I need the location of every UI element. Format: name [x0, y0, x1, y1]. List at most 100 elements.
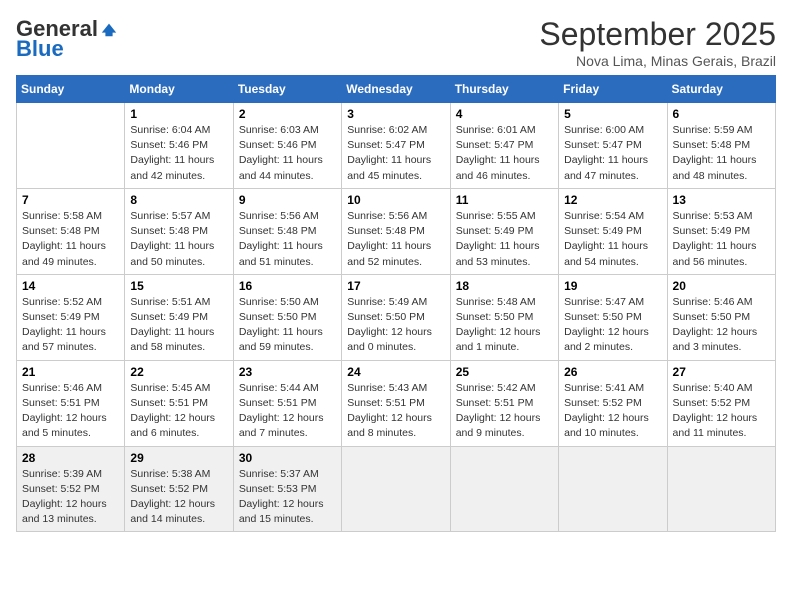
calendar-cell: 15 Sunrise: 5:51 AMSunset: 5:49 PMDayligh… — [125, 274, 233, 360]
calendar-cell: 29 Sunrise: 5:38 AMSunset: 5:52 PMDayligh… — [125, 446, 233, 532]
logo: General Blue — [16, 16, 118, 62]
calendar-cell — [559, 446, 667, 532]
calendar-cell: 13 Sunrise: 5:53 AMSunset: 5:49 PMDayligh… — [667, 188, 775, 274]
day-number: 27 — [673, 365, 770, 379]
day-info: Sunrise: 5:45 AMSunset: 5:51 PMDaylight:… — [130, 381, 227, 442]
day-info: Sunrise: 5:55 AMSunset: 5:49 PMDaylight:… — [456, 209, 553, 270]
calendar-cell: 23 Sunrise: 5:44 AMSunset: 5:51 PMDayligh… — [233, 360, 341, 446]
calendar-cell: 21Sunrise: 5:46 AMSunset: 5:51 PMDayligh… — [17, 360, 125, 446]
day-info: Sunrise: 5:53 AMSunset: 5:49 PMDaylight:… — [673, 209, 770, 270]
day-info: Sunrise: 5:44 AMSunset: 5:51 PMDaylight:… — [239, 381, 336, 442]
calendar-table: SundayMondayTuesdayWednesdayThursdayFrid… — [16, 75, 776, 532]
day-number: 11 — [456, 193, 553, 207]
day-number: 20 — [673, 279, 770, 293]
calendar-cell: 16 Sunrise: 5:50 AMSunset: 5:50 PMDayligh… — [233, 274, 341, 360]
calendar-week-1: 1 Sunrise: 6:04 AMSunset: 5:46 PMDaylight… — [17, 103, 776, 189]
calendar-week-2: 7 Sunrise: 5:58 AMSunset: 5:48 PMDaylight… — [17, 188, 776, 274]
calendar-week-5: 28 Sunrise: 5:39 AMSunset: 5:52 PMDayligh… — [17, 446, 776, 532]
day-number: 4 — [456, 107, 553, 121]
day-info: Sunrise: 6:02 AMSunset: 5:47 PMDaylight:… — [347, 123, 444, 184]
day-number: 25 — [456, 365, 553, 379]
day-info: Sunrise: 5:49 AMSunset: 5:50 PMDaylight:… — [347, 295, 444, 356]
calendar-cell: 7 Sunrise: 5:58 AMSunset: 5:48 PMDaylight… — [17, 188, 125, 274]
day-number: 3 — [347, 107, 444, 121]
day-number: 13 — [673, 193, 770, 207]
day-header-wednesday: Wednesday — [342, 76, 450, 103]
calendar-cell: 26 Sunrise: 5:41 AMSunset: 5:52 PMDayligh… — [559, 360, 667, 446]
day-number: 5 — [564, 107, 661, 121]
day-header-saturday: Saturday — [667, 76, 775, 103]
day-info: Sunrise: 5:37 AMSunset: 5:53 PMDaylight:… — [239, 467, 336, 528]
calendar-cell: 25 Sunrise: 5:42 AMSunset: 5:51 PMDayligh… — [450, 360, 558, 446]
day-header-friday: Friday — [559, 76, 667, 103]
day-info: Sunrise: 5:43 AMSunset: 5:51 PMDaylight:… — [347, 381, 444, 442]
day-info: Sunrise: 5:38 AMSunset: 5:52 PMDaylight:… — [130, 467, 227, 528]
day-number: 2 — [239, 107, 336, 121]
day-number: 10 — [347, 193, 444, 207]
location-subtitle: Nova Lima, Minas Gerais, Brazil — [539, 53, 776, 69]
day-number: 19 — [564, 279, 661, 293]
day-header-thursday: Thursday — [450, 76, 558, 103]
calendar-header-row: SundayMondayTuesdayWednesdayThursdayFrid… — [17, 76, 776, 103]
day-info: Sunrise: 6:04 AMSunset: 5:46 PMDaylight:… — [130, 123, 227, 184]
calendar-week-4: 21Sunrise: 5:46 AMSunset: 5:51 PMDayligh… — [17, 360, 776, 446]
calendar-cell: 14 Sunrise: 5:52 AMSunset: 5:49 PMDayligh… — [17, 274, 125, 360]
day-number: 7 — [22, 193, 119, 207]
day-number: 26 — [564, 365, 661, 379]
day-number: 22 — [130, 365, 227, 379]
day-info: Sunrise: 5:56 AMSunset: 5:48 PMDaylight:… — [239, 209, 336, 270]
day-info: Sunrise: 5:41 AMSunset: 5:52 PMDaylight:… — [564, 381, 661, 442]
calendar-cell: 9Sunrise: 5:56 AMSunset: 5:48 PMDaylight… — [233, 188, 341, 274]
day-number: 8 — [130, 193, 227, 207]
day-info: Sunrise: 5:58 AMSunset: 5:48 PMDaylight:… — [22, 209, 119, 270]
calendar-cell: 5 Sunrise: 6:00 AMSunset: 5:47 PMDaylight… — [559, 103, 667, 189]
day-info: Sunrise: 5:48 AMSunset: 5:50 PMDaylight:… — [456, 295, 553, 356]
calendar-cell — [450, 446, 558, 532]
day-number: 14 — [22, 279, 119, 293]
calendar-cell: 19 Sunrise: 5:47 AMSunset: 5:50 PMDayligh… — [559, 274, 667, 360]
calendar-cell: 12 Sunrise: 5:54 AMSunset: 5:49 PMDayligh… — [559, 188, 667, 274]
month-title: September 2025 — [539, 16, 776, 53]
calendar-cell: 2 Sunrise: 6:03 AMSunset: 5:46 PMDaylight… — [233, 103, 341, 189]
page-header: General Blue September 2025 Nova Lima, M… — [16, 16, 776, 69]
day-header-sunday: Sunday — [17, 76, 125, 103]
day-info: Sunrise: 6:03 AMSunset: 5:46 PMDaylight:… — [239, 123, 336, 184]
day-number: 23 — [239, 365, 336, 379]
day-number: 6 — [673, 107, 770, 121]
day-info: Sunrise: 5:42 AMSunset: 5:51 PMDaylight:… — [456, 381, 553, 442]
day-number: 16 — [239, 279, 336, 293]
title-section: September 2025 Nova Lima, Minas Gerais, … — [539, 16, 776, 69]
calendar-week-3: 14 Sunrise: 5:52 AMSunset: 5:49 PMDayligh… — [17, 274, 776, 360]
calendar-cell: 27Sunrise: 5:40 AMSunset: 5:52 PMDayligh… — [667, 360, 775, 446]
calendar-cell: 10 Sunrise: 5:56 AMSunset: 5:48 PMDayligh… — [342, 188, 450, 274]
calendar-cell: 1 Sunrise: 6:04 AMSunset: 5:46 PMDaylight… — [125, 103, 233, 189]
day-number: 29 — [130, 451, 227, 465]
day-info: Sunrise: 5:47 AMSunset: 5:50 PMDaylight:… — [564, 295, 661, 356]
day-info: Sunrise: 5:56 AMSunset: 5:48 PMDaylight:… — [347, 209, 444, 270]
calendar-cell: 22 Sunrise: 5:45 AMSunset: 5:51 PMDayligh… — [125, 360, 233, 446]
day-info: Sunrise: 5:50 AMSunset: 5:50 PMDaylight:… — [239, 295, 336, 356]
calendar-cell: 3 Sunrise: 6:02 AMSunset: 5:47 PMDaylight… — [342, 103, 450, 189]
day-header-monday: Monday — [125, 76, 233, 103]
day-info: Sunrise: 5:39 AMSunset: 5:52 PMDaylight:… — [22, 467, 119, 528]
day-number: 12 — [564, 193, 661, 207]
day-number: 18 — [456, 279, 553, 293]
calendar-cell: 30 Sunrise: 5:37 AMSunset: 5:53 PMDayligh… — [233, 446, 341, 532]
day-number: 15 — [130, 279, 227, 293]
day-info: Sunrise: 5:46 AMSunset: 5:50 PMDaylight:… — [673, 295, 770, 356]
day-number: 17 — [347, 279, 444, 293]
day-info: Sunrise: 6:00 AMSunset: 5:47 PMDaylight:… — [564, 123, 661, 184]
day-info: Sunrise: 5:52 AMSunset: 5:49 PMDaylight:… — [22, 295, 119, 356]
day-info: Sunrise: 6:01 AMSunset: 5:47 PMDaylight:… — [456, 123, 553, 184]
logo-icon — [100, 20, 118, 38]
calendar-cell: 11 Sunrise: 5:55 AMSunset: 5:49 PMDayligh… — [450, 188, 558, 274]
calendar-cell: 24 Sunrise: 5:43 AMSunset: 5:51 PMDayligh… — [342, 360, 450, 446]
day-info: Sunrise: 5:54 AMSunset: 5:49 PMDaylight:… — [564, 209, 661, 270]
day-info: Sunrise: 5:51 AMSunset: 5:49 PMDaylight:… — [130, 295, 227, 356]
day-number: 30 — [239, 451, 336, 465]
day-number: 1 — [130, 107, 227, 121]
day-number: 28 — [22, 451, 119, 465]
day-number: 24 — [347, 365, 444, 379]
calendar-cell — [342, 446, 450, 532]
day-info: Sunrise: 5:57 AMSunset: 5:48 PMDaylight:… — [130, 209, 227, 270]
